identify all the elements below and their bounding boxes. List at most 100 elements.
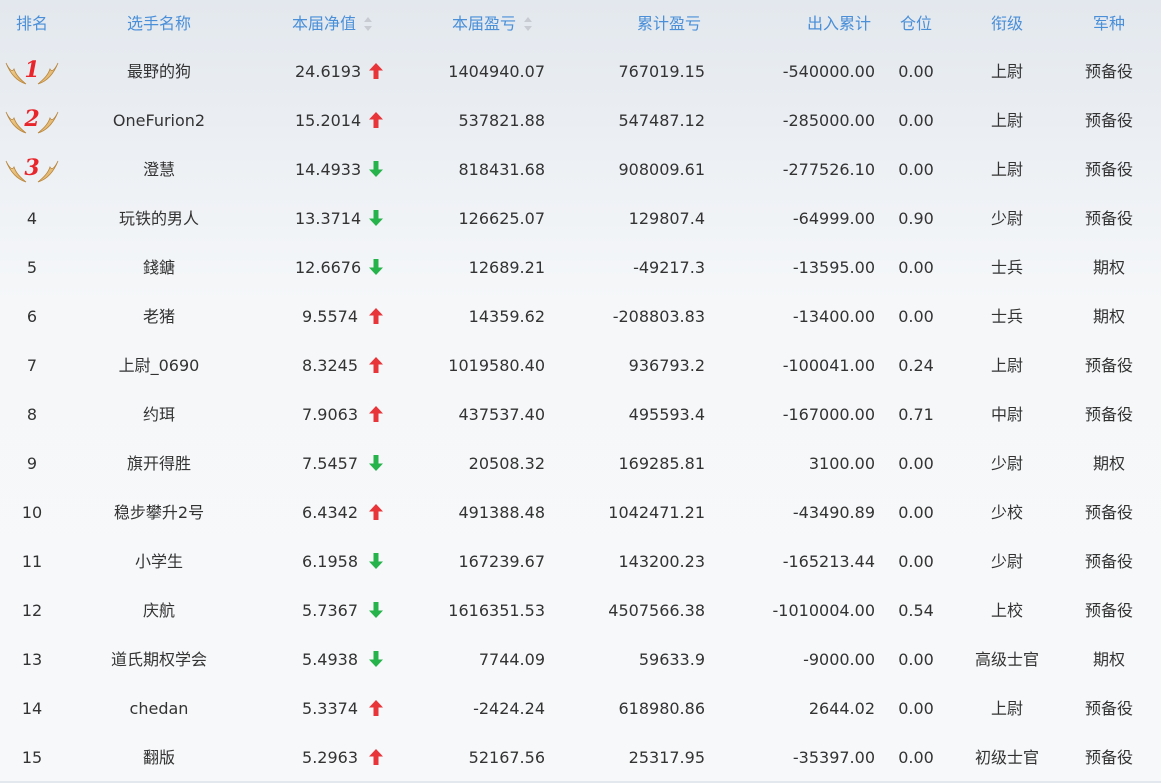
rank-cell: 11 [0, 538, 64, 586]
branch: 预备役 [1084, 552, 1133, 571]
table-header: 排名 选手名称 本届净值 本届盈亏 累计盈亏 出入累计 仓位 衔级 军种 [0, 0, 1161, 48]
branch: 预备役 [1084, 209, 1133, 228]
column-header-nav[interactable]: 本届净值 [254, 0, 386, 48]
player-name[interactable]: 小学生 [64, 538, 254, 586]
position-ratio: 0.00 [898, 160, 934, 179]
player-name[interactable]: 约珥 [64, 391, 254, 439]
cumulative-pl: 143200.23 [618, 552, 705, 571]
rank-cell: 12 [0, 587, 64, 635]
rank-cell: 4 [0, 195, 64, 243]
rank-number: 3 [24, 154, 40, 181]
branch: 预备役 [1084, 160, 1133, 179]
rank-cell: 15 [0, 734, 64, 782]
player-name[interactable]: OneFurion2 [64, 97, 254, 145]
rank-number: 15 [21, 748, 43, 767]
player-name[interactable]: 最野的狗 [64, 48, 254, 96]
period-pl: 1404940.07 [448, 62, 545, 81]
sort-icon[interactable] [364, 16, 373, 31]
player-name[interactable]: 旗开得胜 [64, 440, 254, 488]
in-out-total: -43490.89 [792, 503, 875, 522]
military-rank: 上尉 [990, 62, 1023, 81]
nav-cell: 6.4342 [254, 489, 386, 537]
rank-number: 7 [26, 356, 38, 375]
rank-number: 5 [26, 258, 38, 277]
nav-cell: 15.2014 [254, 97, 386, 145]
period-pl: 437537.40 [458, 405, 545, 424]
table-body: 1 最野的狗 24.6193 1404940.07 767019.15 -540000.0… [0, 48, 1161, 783]
branch: 预备役 [1084, 111, 1133, 130]
rank-cell: 5 [0, 244, 64, 292]
in-out-total: -13595.00 [792, 258, 875, 277]
military-rank: 上尉 [990, 356, 1023, 375]
rank-number: 12 [21, 601, 43, 620]
rank-number: 4 [26, 209, 38, 228]
player-name[interactable]: 錢鎕 [64, 244, 254, 292]
nav-value: 7.5457 [302, 454, 358, 473]
cumulative-pl: 495593.4 [628, 405, 705, 424]
in-out-total: -167000.00 [782, 405, 875, 424]
rank-cell: 2 [0, 97, 64, 145]
cumulative-pl: 936793.2 [628, 356, 705, 375]
column-header-cumulative: 累计盈亏 [636, 14, 701, 33]
column-header-pl[interactable]: 本届盈亏 [386, 0, 545, 48]
nav-cell: 12.6676 [254, 244, 386, 292]
nav-cell: 5.3374 [254, 685, 386, 733]
position-ratio: 0.54 [898, 601, 934, 620]
rank-number: 8 [26, 405, 38, 424]
nav-cell: 9.5574 [254, 293, 386, 341]
position-ratio: 0.71 [898, 405, 934, 424]
player-name[interactable]: 玩铁的男人 [64, 195, 254, 243]
arrow-down-icon [369, 650, 383, 667]
military-rank: 上校 [990, 601, 1023, 620]
player-name[interactable]: 道氏期权学会 [64, 636, 254, 684]
cumulative-pl: 169285.81 [618, 454, 705, 473]
arrow-up-icon [369, 405, 383, 422]
nav-cell: 6.1958 [254, 538, 386, 586]
position-ratio: 0.24 [898, 356, 934, 375]
rank-cell: 13 [0, 636, 64, 684]
player-name[interactable]: 上尉_0690 [64, 342, 254, 390]
rank-number: 1 [24, 56, 40, 83]
player-name[interactable]: 稳步攀升2号 [64, 489, 254, 537]
arrow-up-icon [369, 307, 383, 324]
sort-icon[interactable] [524, 16, 533, 31]
period-pl: 52167.56 [468, 748, 545, 767]
arrow-up-icon [369, 356, 383, 373]
nav-cell: 5.7367 [254, 587, 386, 635]
arrow-down-icon [369, 160, 383, 177]
player-name[interactable]: 澄慧 [64, 146, 254, 194]
period-pl: 20508.32 [468, 454, 545, 473]
branch: 预备役 [1084, 699, 1133, 718]
table-row: 6 老猪 9.5574 14359.62 -208803.83 -13400.00 0.00… [0, 293, 1161, 342]
cumulative-pl: -208803.83 [612, 307, 705, 326]
nav-value: 7.9063 [302, 405, 358, 424]
player-name[interactable]: 庆航 [64, 587, 254, 635]
table-row: 8 约珥 7.9063 437537.40 495593.4 -167000.00 0.71… [0, 391, 1161, 440]
column-header-pl-label: 本届盈亏 [452, 14, 517, 33]
period-pl: 818431.68 [458, 160, 545, 179]
military-rank: 士兵 [990, 258, 1023, 277]
branch: 期权 [1092, 258, 1125, 277]
cumulative-pl: 908009.61 [618, 160, 705, 179]
player-name[interactable]: 老猪 [64, 293, 254, 341]
player-name[interactable]: 翻版 [64, 734, 254, 782]
arrow-down-icon [369, 454, 383, 471]
nav-value: 5.2963 [302, 748, 358, 767]
in-out-total: 3100.00 [808, 454, 875, 473]
in-out-total: -540000.00 [782, 62, 875, 81]
nav-value: 15.2014 [295, 111, 362, 130]
table-row: 13 道氏期权学会 5.4938 7744.09 59633.9 -9000.00 0.00… [0, 636, 1161, 685]
branch: 预备役 [1084, 748, 1133, 767]
player-name[interactable]: chedan [64, 685, 254, 733]
position-ratio: 0.00 [898, 699, 934, 718]
military-rank: 上尉 [990, 111, 1023, 130]
table-row: 2 OneFurion2 15.2014 537821.88 547487.12 -285… [0, 97, 1161, 146]
rank-number: 11 [21, 552, 43, 571]
table-row: 15 翻版 5.2963 52167.56 25317.95 -35397.00 0.00 初… [0, 734, 1161, 783]
rank-number: 13 [21, 650, 43, 669]
arrow-down-icon [369, 209, 383, 226]
table-row: 3 澄慧 14.4933 818431.68 908009.61 -277526.10 0.… [0, 146, 1161, 195]
period-pl: 7744.09 [478, 650, 545, 669]
arrow-up-icon [369, 111, 383, 128]
arrow-up-icon [369, 699, 383, 716]
